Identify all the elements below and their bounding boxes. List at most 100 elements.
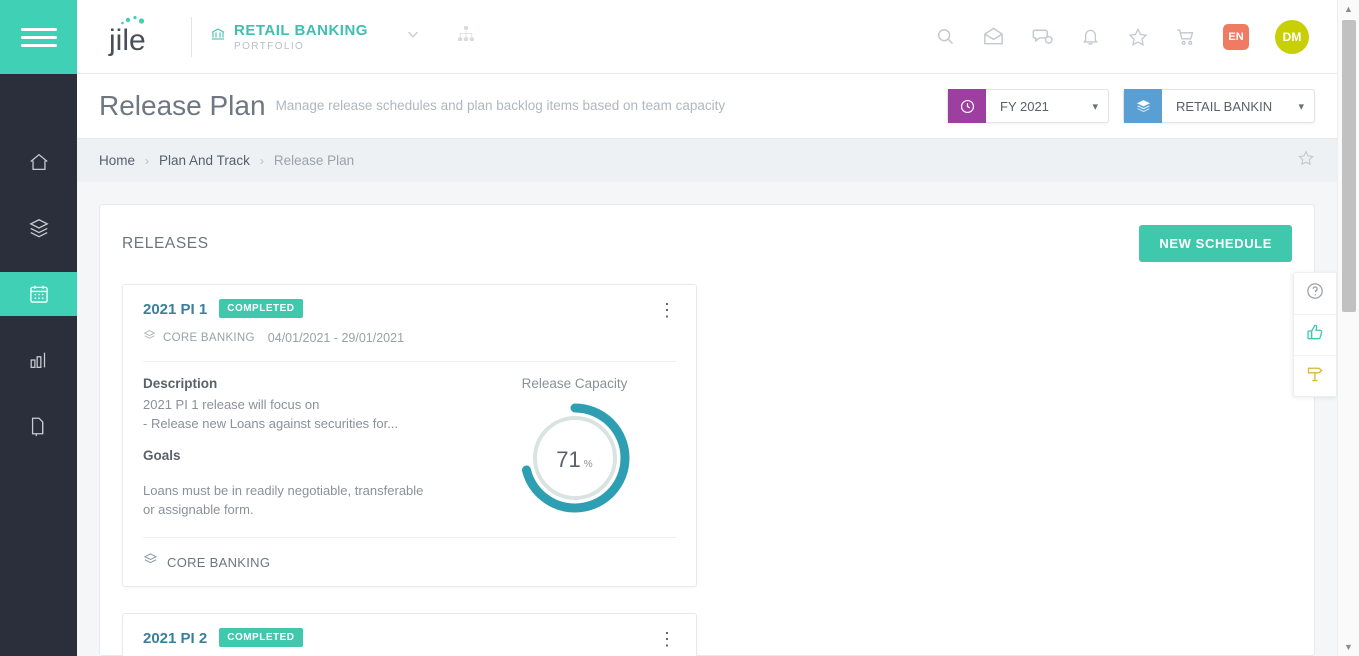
favorite-star-icon[interactable] xyxy=(1297,149,1315,172)
release-card[interactable]: 2021 PI 1 COMPLETED ⋮ CORE BANKING xyxy=(122,284,697,587)
status-badge: COMPLETED xyxy=(219,628,302,647)
footer-program: CORE BANKING xyxy=(167,555,270,570)
thumbs-up-icon xyxy=(1305,322,1326,348)
guide-button[interactable] xyxy=(1294,355,1336,396)
signpost-icon xyxy=(1305,363,1326,389)
burger-line xyxy=(21,36,57,39)
card-menu-button[interactable]: ⋮ xyxy=(658,301,676,319)
menu-toggle-button[interactable] xyxy=(0,0,77,74)
clock-icon xyxy=(948,89,986,123)
sidebar-item-reports[interactable] xyxy=(0,338,77,382)
spacer xyxy=(143,434,473,448)
release-capacity-block: Release Capacity 71 % xyxy=(473,376,676,519)
avatar[interactable]: DM xyxy=(1275,20,1309,54)
home-icon xyxy=(28,151,50,173)
releases-panel: RELEASES NEW SCHEDULE 2021 PI 1 COMPLETE… xyxy=(99,204,1315,656)
portfolio-dropdown-button[interactable] xyxy=(404,25,422,48)
fiscal-year-select-wrap[interactable]: FY 2021 ▾ xyxy=(986,90,1108,122)
nav-gap xyxy=(0,184,77,206)
page-container: Release Plan Manage release schedules an… xyxy=(77,74,1337,656)
release-card-meta: CORE BANKING 04/01/2021 - 29/01/2021 xyxy=(143,329,676,347)
portfolio-filter-select[interactable]: RETAIL BANKIN xyxy=(1162,90,1314,122)
page-scrollbar[interactable]: ▲ ▼ xyxy=(1337,0,1359,656)
release-capacity-value: 71 % xyxy=(516,399,634,517)
panel-header: RELEASES NEW SCHEDULE xyxy=(100,205,1314,262)
bar-chart-icon xyxy=(28,349,50,371)
layers-icon xyxy=(1124,89,1162,123)
chat-icon[interactable] xyxy=(1031,25,1054,48)
scroll-up-button[interactable]: ▲ xyxy=(1338,0,1359,18)
scrollbar-thumb[interactable] xyxy=(1342,20,1356,312)
scroll-down-button[interactable]: ▼ xyxy=(1338,638,1359,656)
cart-icon[interactable] xyxy=(1175,26,1197,48)
help-icon xyxy=(1305,281,1325,306)
layers-icon xyxy=(28,217,50,239)
release-card[interactable]: 2021 PI 2 COMPLETED ⋮ CORE BANKING xyxy=(122,613,697,656)
nav-gap xyxy=(0,382,77,404)
layers-icon xyxy=(143,552,158,572)
release-name[interactable]: 2021 PI 1 xyxy=(143,301,207,318)
portfolio-selector[interactable]: RETAIL BANKING PORTFOLIO xyxy=(210,22,368,52)
portfolio-name: RETAIL BANKING xyxy=(234,22,368,39)
documents-icon xyxy=(28,415,50,437)
nav-gap xyxy=(0,316,77,338)
description-line: - Release new Loans against securities f… xyxy=(143,415,473,434)
burger-line xyxy=(21,28,57,31)
search-icon[interactable] xyxy=(935,26,956,47)
header-controls: FY 2021 ▾ RETAI xyxy=(947,89,1315,123)
breadcrumb-separator: › xyxy=(145,154,149,168)
portfolio-text: RETAIL BANKING PORTFOLIO xyxy=(234,22,368,52)
app-logo[interactable]: jile xyxy=(107,14,171,60)
burger-line xyxy=(21,44,57,47)
org-chart-button[interactable] xyxy=(456,24,476,49)
svg-text:jile: jile xyxy=(108,24,146,57)
sidebar-item-plan-and-track[interactable] xyxy=(0,272,77,316)
bank-icon xyxy=(210,26,226,47)
release-program: CORE BANKING xyxy=(163,332,255,344)
release-card-footer: CORE BANKING xyxy=(143,537,676,586)
language-badge[interactable]: EN xyxy=(1223,24,1249,50)
release-dates: 04/01/2021 - 29/01/2021 xyxy=(268,331,404,345)
goals-line: Loans must be in readily negotiable, tra… xyxy=(143,482,473,501)
release-card-header: 2021 PI 1 COMPLETED ⋮ xyxy=(143,301,676,320)
left-sidebar xyxy=(0,0,77,656)
sidebar-item-portfolio[interactable] xyxy=(0,206,77,250)
description-line: 2021 PI 1 release will focus on xyxy=(143,396,473,415)
card-menu-button[interactable]: ⋮ xyxy=(658,630,676,648)
bell-icon[interactable] xyxy=(1080,26,1101,47)
release-name[interactable]: 2021 PI 2 xyxy=(143,630,207,647)
panel-title: RELEASES xyxy=(122,235,209,253)
logo-divider xyxy=(191,17,192,57)
fiscal-year-selector[interactable]: FY 2021 ▾ xyxy=(947,89,1109,123)
portfolio-label: PORTFOLIO xyxy=(234,41,368,52)
release-cards: 2021 PI 1 COMPLETED ⋮ CORE BANKING xyxy=(100,262,1314,656)
page-content: RELEASES NEW SCHEDULE 2021 PI 1 COMPLETE… xyxy=(77,182,1337,656)
breadcrumb-item-plan-and-track[interactable]: Plan And Track xyxy=(159,153,250,168)
page-subtitle: Manage release schedules and plan backlo… xyxy=(276,98,726,115)
feedback-button[interactable] xyxy=(1294,314,1336,355)
page-header: Release Plan Manage release schedules an… xyxy=(77,74,1337,138)
breadcrumb: Home › Plan And Track › Release Plan xyxy=(77,138,1337,182)
portfolio-filter-select-wrap[interactable]: RETAIL BANKIN ▾ xyxy=(1162,90,1314,122)
breadcrumb-item-home[interactable]: Home xyxy=(99,153,135,168)
sidebar-item-home[interactable] xyxy=(0,140,77,184)
sidebar-item-documents[interactable] xyxy=(0,404,77,448)
release-card-details: Description 2021 PI 1 release will focus… xyxy=(143,376,473,519)
status-badge: COMPLETED xyxy=(219,299,302,318)
breadcrumb-separator: › xyxy=(260,154,264,168)
mail-icon[interactable] xyxy=(982,25,1005,48)
floating-action-stack xyxy=(1293,272,1337,397)
top-bar: jile RETAIL BANKING PORTFOLIO xyxy=(77,0,1337,74)
release-card-header: 2021 PI 2 COMPLETED ⋮ xyxy=(143,630,676,649)
portfolio-filter-selector[interactable]: RETAIL BANKIN ▾ xyxy=(1123,89,1315,123)
app-root: jile RETAIL BANKING PORTFOLIO xyxy=(0,0,1359,656)
release-capacity-label: Release Capacity xyxy=(522,376,628,391)
new-schedule-button[interactable]: NEW SCHEDULE xyxy=(1139,225,1292,262)
goals-line: or assignable form. xyxy=(143,501,473,520)
fiscal-year-select[interactable]: FY 2021 xyxy=(986,90,1108,122)
release-capacity-donut: 71 % xyxy=(516,399,634,517)
star-icon[interactable] xyxy=(1127,26,1149,48)
description-label: Description xyxy=(143,376,473,391)
sidebar-nav xyxy=(0,74,77,448)
help-button[interactable] xyxy=(1294,273,1336,314)
